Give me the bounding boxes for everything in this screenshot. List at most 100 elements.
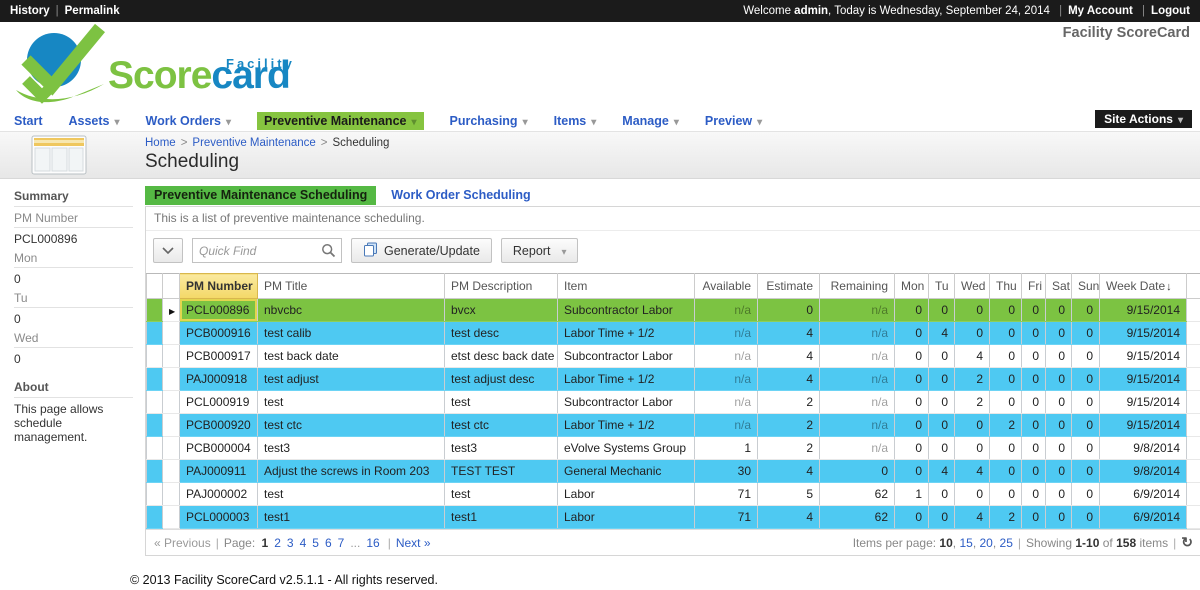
page-link-4[interactable]: 4 — [300, 536, 307, 550]
cell-mon[interactable]: 0 — [895, 506, 929, 529]
table-row[interactable]: PAJ000918test adjusttest adjust descLabo… — [147, 368, 1200, 391]
cell-pm-description[interactable]: TEST TEST — [445, 460, 558, 483]
search-icon[interactable] — [321, 243, 336, 258]
cell-available[interactable]: n/a — [695, 345, 758, 368]
breadcrumb-link-preventive-maintenance[interactable]: Preventive Maintenance — [192, 137, 315, 149]
previous-button[interactable]: « Previous — [154, 536, 211, 550]
table-row[interactable]: PAJ000002testtestLabor7156210000006/9/20… — [147, 483, 1200, 506]
cell-sat[interactable]: 0 — [1046, 460, 1072, 483]
cell-pm-number[interactable]: PCL000896 — [180, 299, 258, 322]
cell-pm-number[interactable]: PCB000917 — [180, 345, 258, 368]
cell-sat[interactable]: 0 — [1046, 299, 1072, 322]
cell-wed[interactable]: 2 — [955, 391, 990, 414]
cell-fri[interactable]: 0 — [1022, 483, 1046, 506]
column-header-sat[interactable]: Sat — [1046, 274, 1072, 299]
refresh-icon[interactable] — [1181, 536, 1193, 550]
cell-tu[interactable]: 0 — [929, 391, 955, 414]
nav-item-items[interactable]: Items — [554, 112, 597, 130]
cell-remaining[interactable]: 0 — [820, 460, 895, 483]
cell-wed[interactable]: 4 — [955, 506, 990, 529]
cell-estimate[interactable]: 2 — [758, 437, 820, 460]
table-row[interactable]: PCB000917test back dateetst desc back da… — [147, 345, 1200, 368]
nav-item-preventive-maintenance[interactable]: Preventive Maintenance — [257, 112, 423, 130]
cell-thu[interactable]: 0 — [990, 391, 1022, 414]
quick-find-input[interactable] — [193, 244, 321, 258]
page-link-6[interactable]: 6 — [325, 536, 332, 550]
cell-estimate[interactable]: 2 — [758, 414, 820, 437]
cell-pm-title[interactable]: Adjust the screws in Room 203 — [258, 460, 445, 483]
cell-wed[interactable]: 2 — [955, 368, 990, 391]
table-row[interactable]: PCB000004test3test3eVolve Systems Group1… — [147, 437, 1200, 460]
cell-pm-description[interactable]: etst desc back date — [445, 345, 558, 368]
cell-item[interactable]: Labor Time + 1/2 — [558, 322, 695, 345]
cell-wed[interactable]: 4 — [955, 345, 990, 368]
cell-mon[interactable]: 0 — [895, 345, 929, 368]
cell-pm-description[interactable]: bvcx — [445, 299, 558, 322]
scorecard-logo[interactable]: FacilityScorecard — [12, 24, 290, 113]
table-row[interactable]: PCB000920test ctctest ctcLabor Time + 1/… — [147, 414, 1200, 437]
cell-tu[interactable]: 0 — [929, 299, 955, 322]
report-button[interactable]: Report — [501, 238, 579, 263]
per-page-20[interactable]: 20 — [979, 536, 992, 550]
cell-item[interactable]: Subcontractor Labor — [558, 391, 695, 414]
cell-sun[interactable]: 0 — [1072, 345, 1100, 368]
cell-pm-title[interactable]: test back date — [258, 345, 445, 368]
cell-tu[interactable]: 4 — [929, 460, 955, 483]
cell-estimate[interactable]: 4 — [758, 345, 820, 368]
cell-fri[interactable]: 0 — [1022, 322, 1046, 345]
cell-pm-number[interactable]: PAJ000911 — [180, 460, 258, 483]
cell-sun[interactable]: 0 — [1072, 483, 1100, 506]
cell-wed[interactable]: 0 — [955, 322, 990, 345]
cell-sun[interactable]: 0 — [1072, 368, 1100, 391]
cell-mon[interactable]: 1 — [895, 483, 929, 506]
cell-sun[interactable]: 0 — [1072, 506, 1100, 529]
cell-sat[interactable]: 0 — [1046, 483, 1072, 506]
cell-sun[interactable]: 0 — [1072, 391, 1100, 414]
column-header-wed[interactable]: Wed — [955, 274, 990, 299]
cell-pm-number[interactable]: PAJ000918 — [180, 368, 258, 391]
cell-week-date[interactable]: 9/15/2014 — [1100, 322, 1187, 345]
cell-available[interactable]: n/a — [695, 414, 758, 437]
cell-thu[interactable]: 0 — [990, 322, 1022, 345]
cell-week-date[interactable]: 9/15/2014 — [1100, 299, 1187, 322]
cell-item[interactable]: General Mechanic — [558, 460, 695, 483]
cell-tu[interactable]: 0 — [929, 368, 955, 391]
cell-fri[interactable]: 0 — [1022, 391, 1046, 414]
cell-thu[interactable]: 0 — [990, 345, 1022, 368]
next-button[interactable]: Next » — [396, 536, 431, 550]
cell-pm-title[interactable]: test3 — [258, 437, 445, 460]
cell-pm-title[interactable]: nbvcbc — [258, 299, 445, 322]
cell-wed[interactable]: 4 — [955, 460, 990, 483]
column-header-week-date[interactable]: Week Date — [1100, 274, 1187, 299]
cell-wed[interactable]: 0 — [955, 483, 990, 506]
table-row[interactable]: PCL000003test1test1Labor7146200420006/9/… — [147, 506, 1200, 529]
cell-fri[interactable]: 0 — [1022, 299, 1046, 322]
cell-item[interactable]: Subcontractor Labor — [558, 299, 695, 322]
cell-estimate[interactable]: 4 — [758, 368, 820, 391]
cell-pm-title[interactable]: test adjust — [258, 368, 445, 391]
cell-item[interactable]: Labor — [558, 506, 695, 529]
cell-thu[interactable]: 2 — [990, 506, 1022, 529]
cell-tu[interactable]: 0 — [929, 414, 955, 437]
nav-item-purchasing[interactable]: Purchasing — [450, 112, 528, 130]
permalink-link[interactable]: Permalink — [65, 5, 120, 17]
cell-fri[interactable]: 0 — [1022, 368, 1046, 391]
cell-remaining[interactable]: n/a — [820, 391, 895, 414]
cell-estimate[interactable]: 4 — [758, 322, 820, 345]
cell-pm-number[interactable]: PCL000003 — [180, 506, 258, 529]
cell-item[interactable]: Labor Time + 1/2 — [558, 414, 695, 437]
column-header-remaining[interactable]: Remaining — [820, 274, 895, 299]
nav-item-start[interactable]: Start — [14, 112, 42, 130]
history-link[interactable]: History — [10, 5, 50, 17]
cell-sun[interactable]: 0 — [1072, 299, 1100, 322]
cell-fri[interactable]: 0 — [1022, 414, 1046, 437]
cell-sat[interactable]: 0 — [1046, 322, 1072, 345]
cell-week-date[interactable]: 6/9/2014 — [1100, 506, 1187, 529]
nav-item-manage[interactable]: Manage — [622, 112, 679, 130]
cell-estimate[interactable]: 0 — [758, 299, 820, 322]
cell-pm-title[interactable]: test1 — [258, 506, 445, 529]
cell-estimate[interactable]: 2 — [758, 391, 820, 414]
cell-available[interactable]: n/a — [695, 322, 758, 345]
cell-tu[interactable]: 4 — [929, 322, 955, 345]
logout-link[interactable]: Logout — [1151, 5, 1190, 17]
